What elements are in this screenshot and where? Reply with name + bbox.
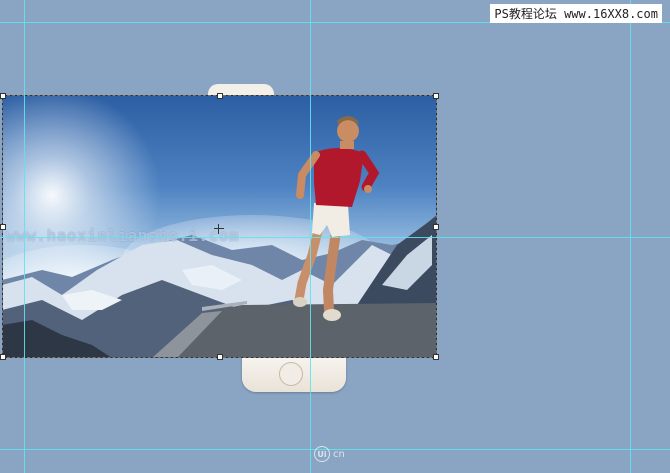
ui-logo-icon: Ui — [314, 446, 330, 462]
handle-middle-left[interactable] — [0, 224, 6, 230]
handle-top-right[interactable] — [433, 93, 439, 99]
center-point-icon[interactable] — [214, 224, 224, 234]
handle-bottom-right[interactable] — [433, 354, 439, 360]
logo-text: cn — [333, 448, 345, 460]
document-canvas[interactable]: www.haoxinlianshe.i.com PS教程论坛 www.16XX8… — [0, 0, 670, 473]
site-watermark: PS教程论坛 www.16XX8.com — [490, 4, 662, 23]
home-button-icon — [279, 362, 303, 386]
guide-horizontal[interactable] — [0, 237, 670, 238]
handle-top-center[interactable] — [217, 93, 223, 99]
handle-bottom-center[interactable] — [217, 354, 223, 360]
handle-middle-right[interactable] — [433, 224, 439, 230]
bottom-logo: Ui cn — [314, 446, 345, 462]
handle-top-left[interactable] — [0, 93, 6, 99]
handle-bottom-left[interactable] — [0, 354, 6, 360]
phone-bottom — [242, 356, 346, 392]
